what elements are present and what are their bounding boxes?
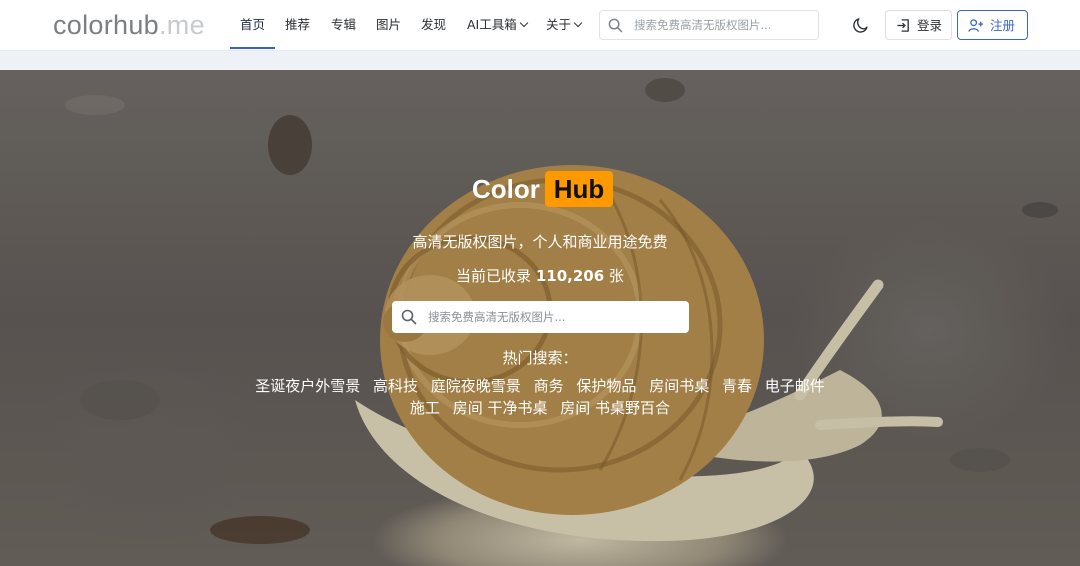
hero-search-input[interactable]	[428, 307, 680, 327]
search-icon	[401, 309, 417, 325]
hot-tag[interactable]: 庭院夜晚雪景	[431, 377, 521, 395]
nav-item-images[interactable]: 图片	[376, 17, 401, 33]
hero-content: Color Hub 高清无版权图片，个人和商业用途免费 当前已收录 110,20…	[0, 70, 1080, 566]
hero-search-box[interactable]	[392, 301, 689, 333]
count-suffix: 张	[604, 267, 624, 285]
hot-search-tags: 圣诞夜户外雪景 高科技 庭院夜晚雪景 商务 保护物品 房间书桌 青春 电子邮件 …	[230, 375, 850, 419]
hot-tag[interactable]: 保护物品	[576, 377, 636, 395]
hot-tag[interactable]: 电子邮件	[765, 377, 825, 395]
hero-tagline: 高清无版权图片，个人和商业用途免费	[412, 233, 668, 251]
add-user-icon	[968, 19, 984, 32]
nav-item-about[interactable]: 关于	[546, 17, 583, 33]
brand-color-text: Color	[472, 174, 540, 204]
login-icon	[897, 19, 909, 32]
top-navbar: colorhub.me 首页 推荐 专辑 图片 发现 AI工具箱 关于 登录 注…	[0, 0, 1080, 51]
hero-banner: Color Hub 高清无版权图片，个人和商业用途免费 当前已收录 110,20…	[0, 70, 1080, 566]
nav-search-input[interactable]	[634, 16, 812, 34]
hot-tag[interactable]: 青春	[722, 377, 752, 395]
site-logo[interactable]: colorhub.me	[53, 9, 205, 41]
nav-about-label: 关于	[546, 17, 572, 32]
logo-main[interactable]: colorhub	[53, 10, 159, 40]
count-value: 110,206	[535, 267, 605, 285]
nav-item-recommended[interactable]: 推荐	[285, 17, 310, 33]
register-label: 注册	[990, 18, 1016, 33]
brand-hub-text: Hub	[553, 174, 605, 204]
collection-count: 当前已收录 110,206 张	[0, 266, 1080, 286]
nav-active-indicator	[230, 47, 275, 49]
chevron-down-icon	[519, 18, 528, 28]
dark-mode-moon-icon[interactable]	[852, 16, 870, 34]
hot-tag[interactable]: 圣诞夜户外雪景	[255, 377, 360, 395]
hot-searches-title: 热门搜索：	[502, 349, 578, 367]
nav-item-ai-tools[interactable]: AI工具箱	[467, 17, 528, 33]
hot-tag[interactable]: 高科技	[373, 377, 418, 395]
hot-tag[interactable]: 房间书桌	[649, 377, 709, 395]
hot-tag[interactable]: 房间 干净书桌	[453, 399, 548, 417]
login-label: 登录	[917, 18, 943, 33]
brand-hub-badge: Hub	[545, 171, 613, 207]
nav-search-box[interactable]	[599, 10, 819, 40]
count-prefix: 当前已收录	[456, 267, 536, 285]
nav-item-home[interactable]: 首页	[240, 17, 265, 33]
login-button[interactable]: 登录	[885, 10, 952, 40]
logo-tld[interactable]: .me	[159, 10, 205, 40]
nav-item-discover[interactable]: 发现	[421, 17, 446, 33]
hot-tag[interactable]: 施工	[410, 399, 440, 417]
search-icon	[608, 18, 623, 33]
nav-ai-tools-label: AI工具箱	[467, 17, 517, 32]
hot-tag[interactable]: 商务	[534, 377, 564, 395]
chevron-down-icon	[573, 18, 583, 28]
register-button[interactable]: 注册	[957, 10, 1028, 40]
hot-tag[interactable]: 房间 书桌野百合	[560, 399, 670, 417]
nav-item-albums[interactable]: 专辑	[331, 17, 356, 33]
